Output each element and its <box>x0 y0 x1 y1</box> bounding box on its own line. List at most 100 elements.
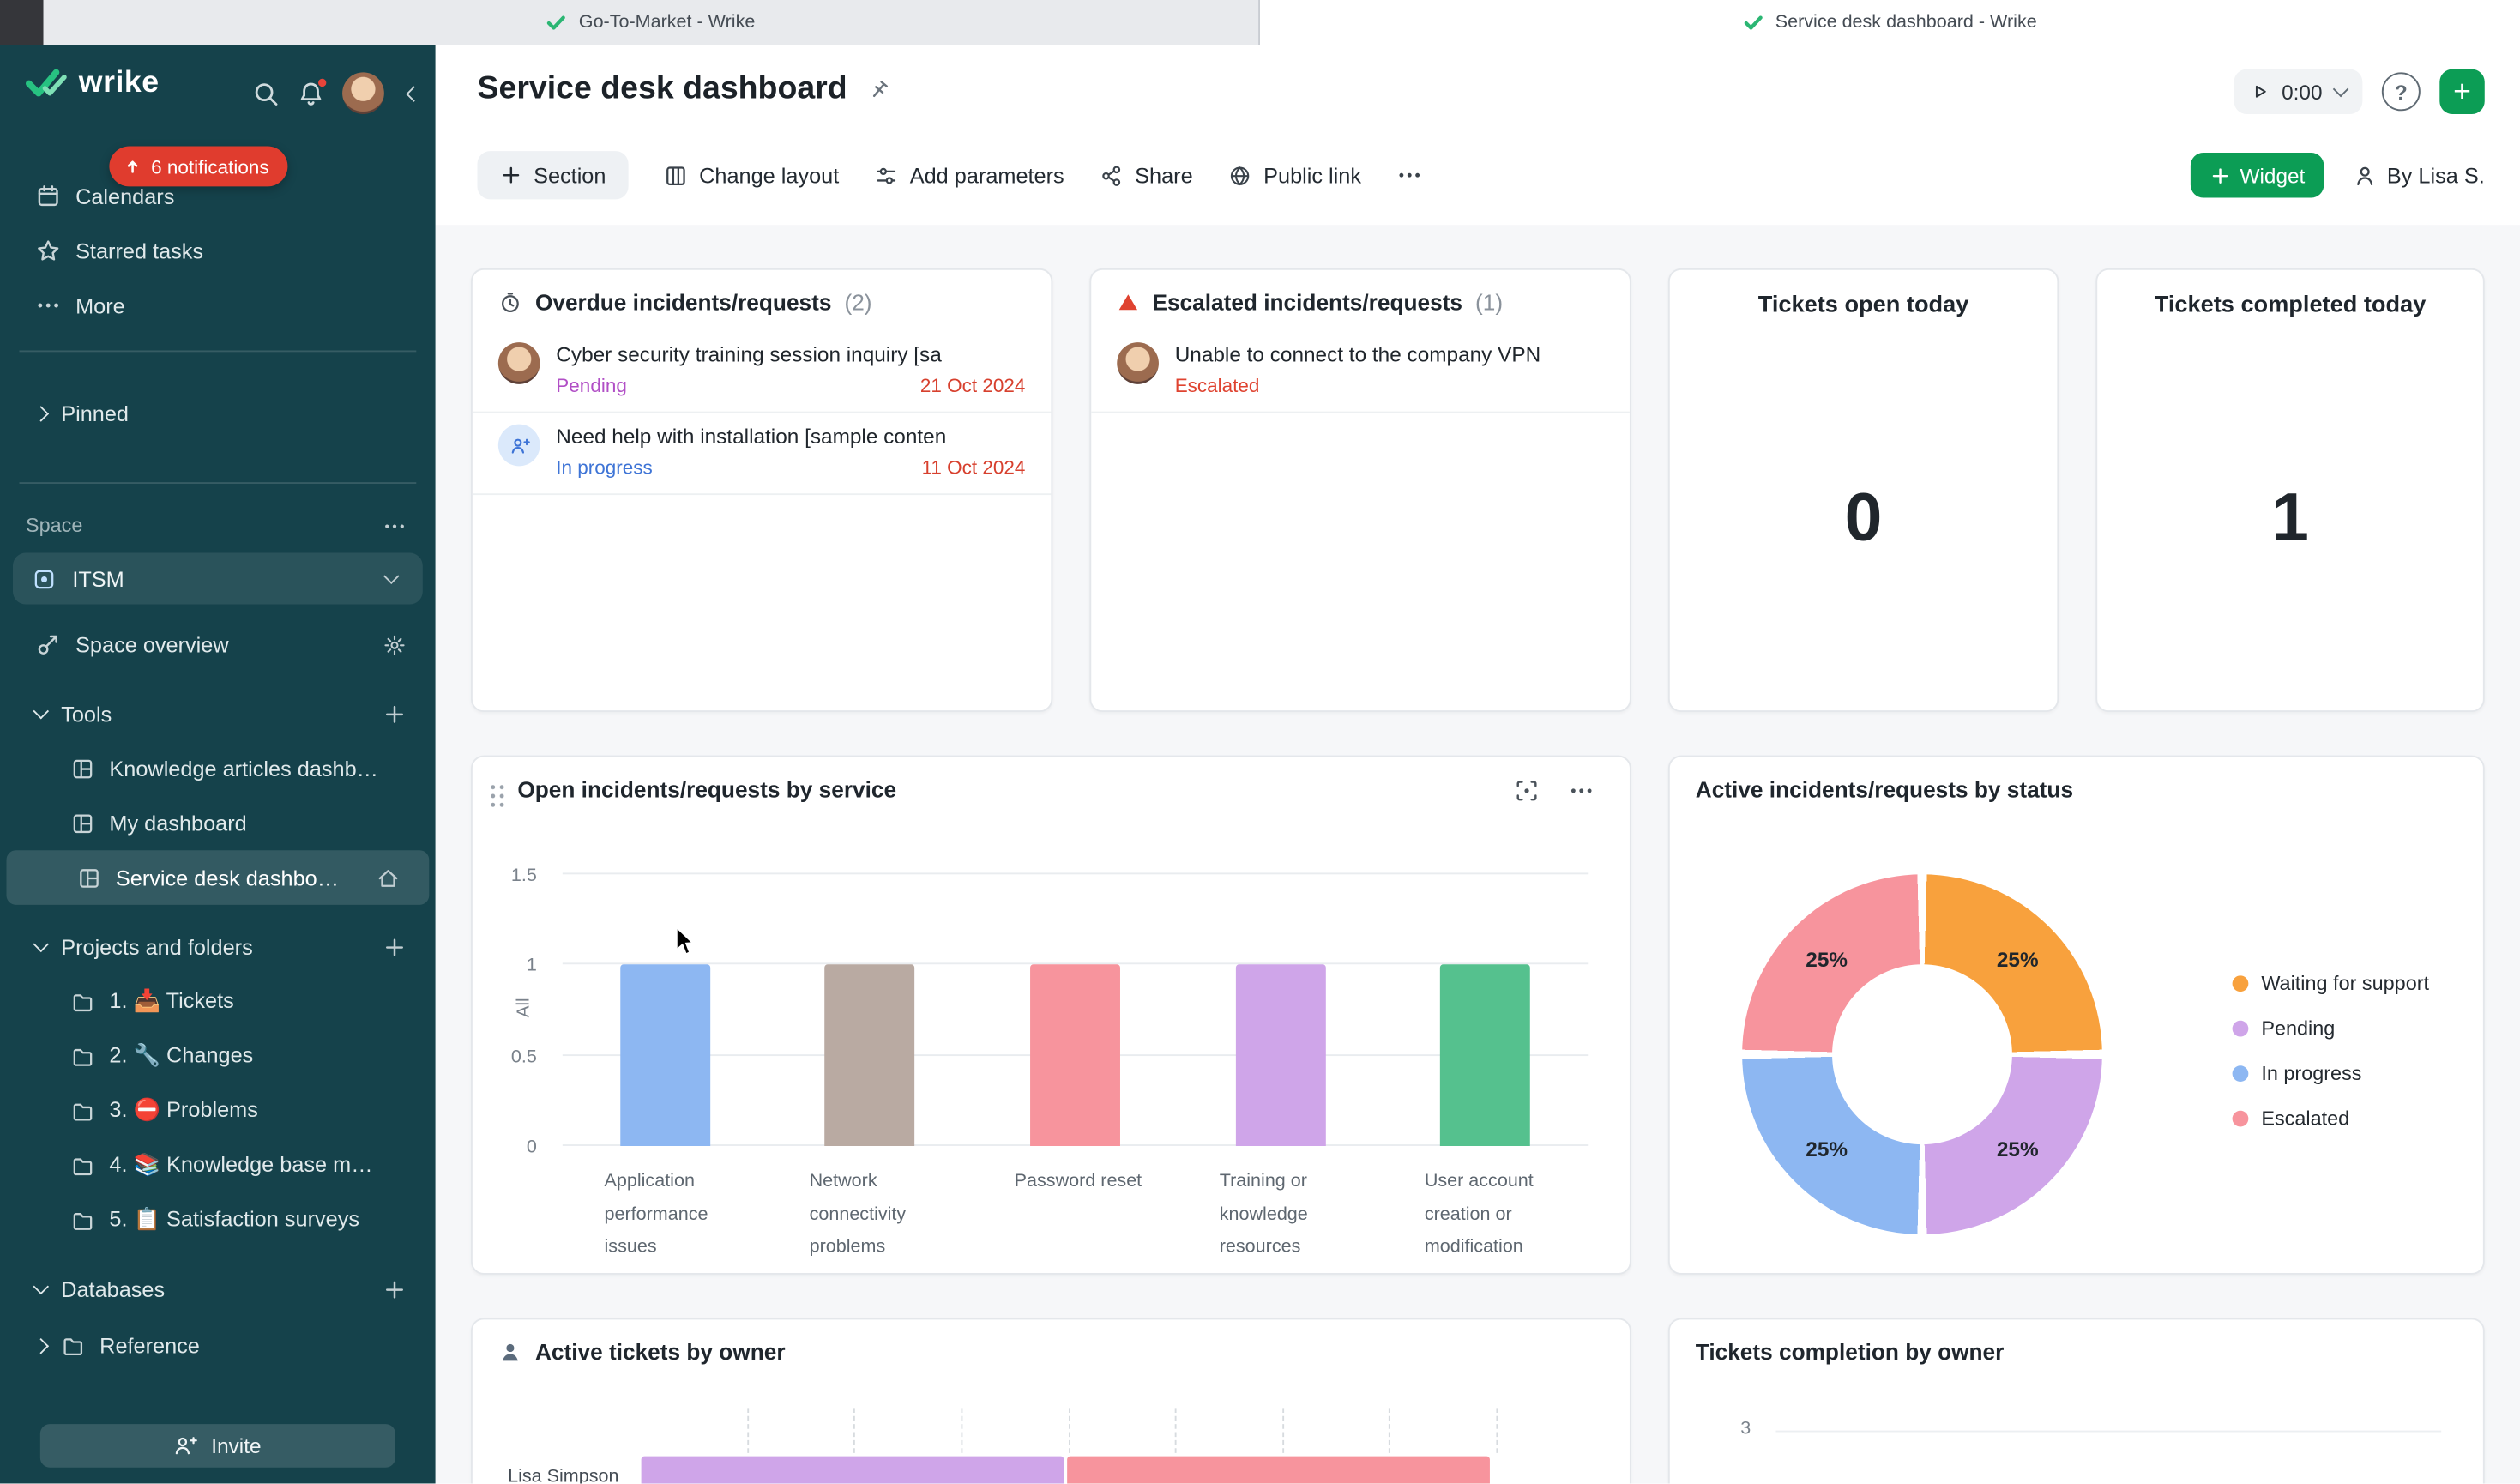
sidebar-item-problems[interactable]: 3. ⛔ Problems <box>0 1083 436 1138</box>
chevron-down-icon <box>383 568 400 584</box>
list-item[interactable]: Need help with installation [sample cont… <box>473 413 1052 496</box>
pin-icon[interactable] <box>866 76 892 102</box>
chevron-right-icon <box>33 1337 50 1354</box>
space-selector-itsm[interactable]: ITSM <box>13 553 423 605</box>
sidebar: wrike 6 notifications Calendars <box>0 45 436 1483</box>
focus-mode-icon[interactable] <box>1514 778 1540 804</box>
home-icon[interactable] <box>376 866 400 890</box>
browser-tab-go-to-market[interactable]: Go-To-Market - Wrike <box>44 0 1260 45</box>
donut-hole <box>1832 964 2012 1144</box>
assignee-avatar <box>498 342 540 384</box>
sidebar-item-changes[interactable]: 2. 🔧 Changes <box>0 1029 436 1083</box>
warning-triangle-icon <box>1117 291 1139 313</box>
sidebar-item-starred-tasks[interactable]: Starred tasks <box>0 223 436 278</box>
main-area: Service desk dashboard 0:00 ? + <box>436 45 2520 1483</box>
public-link-button[interactable]: Public link <box>1228 163 1361 187</box>
stacked-bar[interactable] <box>642 1457 1630 1484</box>
gear-icon[interactable] <box>383 632 407 656</box>
drag-handle[interactable] <box>489 783 507 809</box>
presentation-timer[interactable]: 0:00 <box>2234 69 2362 114</box>
list-item[interactable]: Cyber security training session inquiry … <box>473 331 1052 413</box>
sidebar-item-my-dashboard[interactable]: My dashboard <box>0 795 436 850</box>
bar-category-label: Training or knowledge resources <box>1178 1155 1383 1265</box>
sidebar-item-pinned[interactable]: Pinned <box>0 386 436 441</box>
divider <box>19 482 416 484</box>
bar-5[interactable] <box>1440 965 1530 1146</box>
help-button[interactable]: ? <box>2382 72 2421 111</box>
add-parameters-button[interactable]: Add parameters <box>875 163 1064 187</box>
sidebar-item-space-overview[interactable]: Space overview <box>0 618 436 673</box>
widget-title: Active incidents/requests by status <box>1696 776 2073 802</box>
assignee-avatar <box>1117 342 1159 384</box>
search-icon[interactable] <box>252 80 280 107</box>
due-date: 11 Oct 2024 <box>922 456 1026 479</box>
change-layout-button[interactable]: Change layout <box>664 163 839 187</box>
unread-dot <box>317 76 328 87</box>
legend-dot <box>2233 1021 2249 1037</box>
create-button[interactable]: + <box>2439 69 2484 114</box>
sliders-icon <box>875 163 899 187</box>
person-icon <box>498 1340 522 1364</box>
wrike-logo[interactable]: wrike <box>26 66 160 101</box>
invite-button[interactable]: Invite <box>40 1424 395 1468</box>
bar-2[interactable] <box>825 965 915 1146</box>
folder-icon <box>70 1208 94 1232</box>
person-plus-icon <box>174 1433 198 1457</box>
sidebar-item-more[interactable]: More <box>0 278 436 333</box>
add-tool-icon[interactable] <box>383 702 407 726</box>
add-project-icon[interactable] <box>383 935 407 959</box>
browser-tab-service-desk[interactable]: Service desk dashboard - Wrike <box>1260 0 2520 45</box>
legend-item: Escalated <box>2233 1107 2429 1130</box>
sidebar-item-service-desk-dashboard[interactable]: Service desk dashbo… <box>6 850 429 905</box>
gridline <box>1775 1431 2441 1433</box>
sidebar-item-reference[interactable]: Reference <box>0 1318 436 1372</box>
widget-count: (1) <box>1475 289 1503 315</box>
stacked-bar-segment-1[interactable] <box>642 1457 1064 1484</box>
y-axis-ticks: 00.511.5 <box>473 874 550 1146</box>
donut-slice-label: 25% <box>1806 1137 1848 1161</box>
stacked-bar-segment-2[interactable] <box>1067 1457 1490 1484</box>
sidebar-item-knowledge-articles-dashboard[interactable]: Knowledge articles dashb… <box>0 741 436 796</box>
list-item[interactable]: Unable to connect to the company VPN Esc… <box>1091 331 1630 413</box>
donut-slice-label: 25% <box>1997 947 2039 971</box>
bar-1[interactable] <box>620 965 710 1146</box>
user-avatar[interactable] <box>342 72 384 114</box>
folder-icon <box>70 1044 94 1068</box>
donut-slice-label: 25% <box>1997 1137 2039 1161</box>
toolbar-more-button[interactable] <box>1396 162 1422 188</box>
sidebar-group-tools[interactable]: Tools <box>0 686 436 741</box>
sidebar-item-tickets[interactable]: 1. 📥 Tickets <box>0 974 436 1029</box>
chevron-down-icon <box>33 937 50 953</box>
space-more-icon[interactable] <box>383 514 407 538</box>
wrike-favicon-icon <box>1743 13 1762 32</box>
chart-legend: Waiting for supportPendingIn progressEsc… <box>2233 973 2429 1131</box>
chevron-down-icon[interactable] <box>2333 81 2349 98</box>
clock-icon <box>498 290 522 314</box>
play-icon[interactable] <box>2250 82 2269 101</box>
donut-chart[interactable]: 25%25%25%25% <box>1742 874 2102 1234</box>
bar-4[interactable] <box>1235 965 1325 1146</box>
add-database-icon[interactable] <box>383 1277 407 1301</box>
status-badge: Pending <box>556 375 627 397</box>
browser-tab-strip: Go-To-Market - Wrike Service desk dashbo… <box>0 0 2520 45</box>
notifications-banner[interactable]: 6 notifications <box>109 147 288 187</box>
sidebar-group-databases[interactable]: Databases <box>0 1262 436 1317</box>
sidebar-group-projects-and-folders[interactable]: Projects and folders <box>0 920 436 974</box>
collapse-sidebar-icon[interactable] <box>406 85 422 101</box>
share-button[interactable]: Share <box>1100 163 1193 187</box>
plus-icon <box>500 164 522 186</box>
widget-menu-icon[interactable] <box>1569 778 1595 804</box>
owner-byline[interactable]: By Lisa S. <box>2354 163 2485 187</box>
notifications-bell-icon[interactable] <box>298 80 325 107</box>
sidebar-item-knowledge-base[interactable]: 4. 📚 Knowledge base m… <box>0 1138 436 1193</box>
sidebar-item-satisfaction-surveys[interactable]: 5. 📋 Satisfaction surveys <box>0 1192 436 1247</box>
add-section-button[interactable]: Section <box>477 151 628 199</box>
chevron-down-icon <box>33 703 50 720</box>
add-widget-button[interactable]: Widget <box>2190 153 2324 197</box>
bar-3[interactable] <box>1030 965 1120 1146</box>
category-label: Lisa Simpson <box>508 1468 618 1484</box>
legend-item: Waiting for support <box>2233 973 2429 995</box>
legend-dot <box>2233 1065 2249 1082</box>
widget-tickets-completion-by-owner: Tickets completion by owner 3 <box>1668 1318 2485 1483</box>
widget-title: Escalated incidents/requests <box>1152 289 1462 315</box>
